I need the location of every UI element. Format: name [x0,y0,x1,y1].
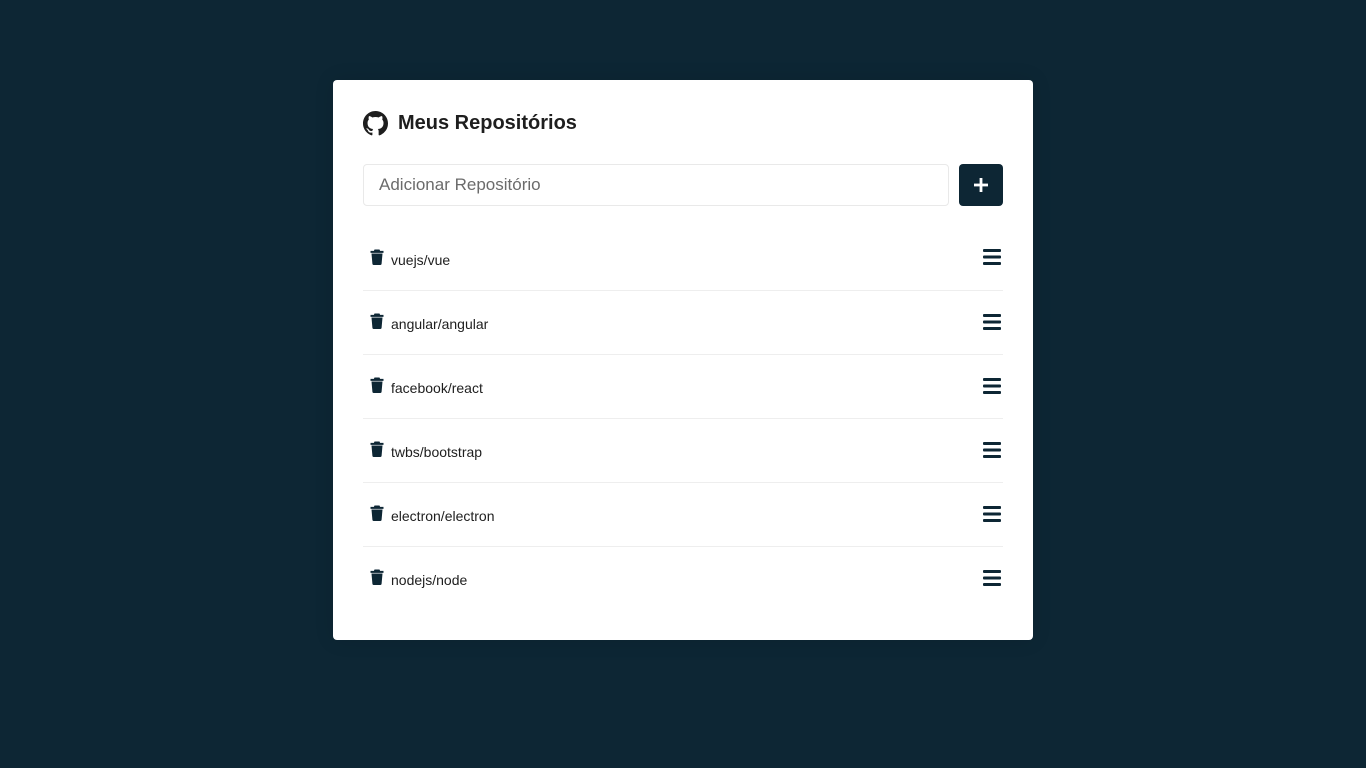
trash-icon[interactable] [370,569,384,585]
add-repository-form [363,164,1003,206]
repository-name: vuejs/vue [391,251,451,268]
repository-name: electron/electron [391,508,495,524]
add-repository-button[interactable] [959,164,1003,206]
trash-icon[interactable] [370,377,384,393]
list-item: facebook/react [363,354,1003,418]
menu-icon[interactable] [982,377,1002,395]
repositories-card: Meus Repositórios vuejs/vue [333,80,1033,640]
trash-icon[interactable] [370,249,384,265]
trash-icon[interactable] [370,505,384,521]
list-item: angular/angular [363,290,1003,354]
repository-name: angular/angular [391,316,489,332]
trash-icon[interactable] [370,441,384,457]
repository-input[interactable] [363,164,949,206]
menu-icon[interactable] [982,248,1002,266]
menu-icon[interactable] [982,569,1002,587]
list-item: electron/electron [363,482,1003,546]
repository-name: twbs/bootstrap [391,444,483,460]
page-title: Meus Repositórios [398,111,577,134]
trash-icon[interactable] [370,313,384,329]
plus-icon [974,178,988,192]
card-header: Meus Repositórios [363,110,1003,136]
menu-icon[interactable] [982,313,1002,331]
list-item: vuejs/vue [363,226,1003,290]
repository-list: vuejs/vue angular/angular facebook/react… [363,226,1003,610]
menu-icon[interactable] [982,441,1002,459]
list-item: twbs/bootstrap [363,418,1003,482]
github-icon [363,110,388,136]
menu-icon[interactable] [982,505,1002,523]
list-item: nodejs/node [363,546,1003,610]
repository-name: facebook/react [391,380,483,396]
repository-name: nodejs/node [391,572,468,588]
